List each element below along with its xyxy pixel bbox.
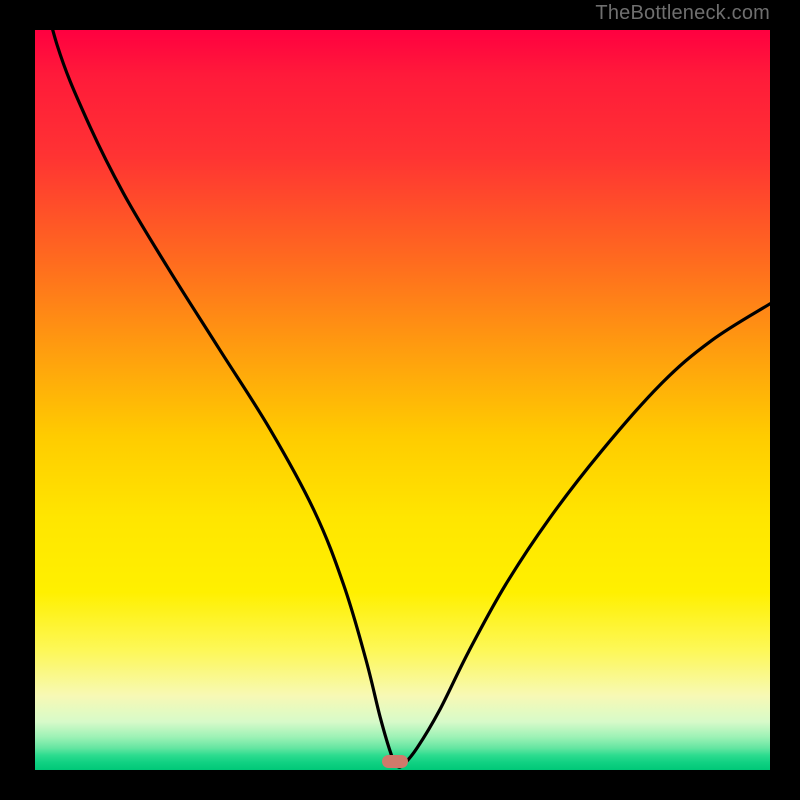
chart-frame: TheBottleneck.com [0,0,800,800]
watermark-text: TheBottleneck.com [595,2,770,25]
plot-gradient-area [35,30,770,770]
minimum-marker [382,755,408,768]
